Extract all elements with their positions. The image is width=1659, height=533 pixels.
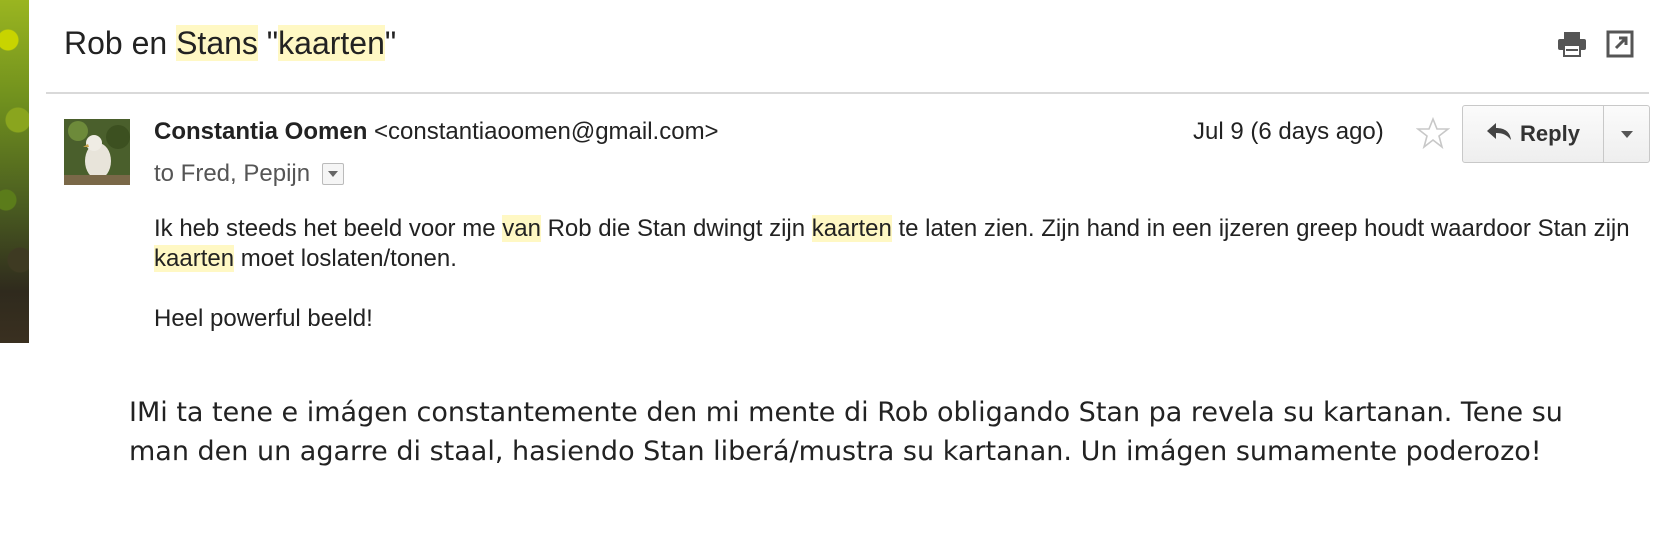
more-options-dropdown[interactable]: [1604, 106, 1649, 162]
email-subject: Rob en Stans "kaarten": [64, 18, 396, 68]
new-window-icon[interactable]: [1606, 30, 1636, 58]
message-date: Jul 9 (6 days ago): [1193, 118, 1384, 145]
header-divider: [46, 92, 1649, 94]
recipients-line: to Fred, Pepijn: [154, 160, 345, 188]
body-paragraph: Ik heb steeds het beeld voor me van Rob …: [154, 214, 1654, 274]
message-body: Ik heb steeds het beeld voor me van Rob …: [154, 214, 1654, 334]
subject-text: ": [384, 25, 397, 61]
body-paragraph: Heel powerful beeld!: [154, 305, 373, 332]
subject-text: Rob en: [64, 25, 177, 61]
subject-highlight: kaarten: [278, 25, 385, 61]
show-details-dropdown[interactable]: [322, 163, 345, 185]
translation-caption: IMi ta tene e imágen constantemente den …: [129, 397, 1563, 467]
subject-text: ": [257, 25, 279, 61]
reply-arrow-icon: [1486, 121, 1512, 147]
reply-button-group: Reply: [1462, 105, 1650, 163]
body-text: moet loslaten/tonen.: [234, 245, 457, 272]
star-icon[interactable]: [1415, 116, 1451, 150]
print-icon[interactable]: [1557, 30, 1587, 58]
body-text: te laten zien. Zijn hand in een ijzeren …: [891, 215, 1630, 242]
sender-line: Constantia Oomen <constantiaoomen@gmail.…: [154, 118, 719, 146]
body-highlight: van: [502, 215, 541, 242]
reply-button[interactable]: Reply: [1463, 106, 1604, 162]
avatar[interactable]: [64, 119, 130, 185]
reply-label: Reply: [1520, 121, 1580, 146]
sender-name[interactable]: Constantia Oomen: [154, 118, 367, 145]
body-text: Ik heb steeds het beeld voor me: [154, 215, 503, 242]
sender-email: <constantiaoomen@gmail.com>: [374, 118, 719, 145]
body-highlight: kaarten: [811, 215, 892, 242]
background-image-strip: [0, 0, 29, 343]
body-highlight: kaarten: [154, 245, 235, 272]
body-text: Rob die Stan dwingt zijn: [540, 215, 812, 242]
subject-highlight: Stans: [176, 25, 258, 61]
chevron-down-icon: [1620, 130, 1633, 138]
recipients-text: to Fred, Pepijn: [154, 160, 311, 187]
